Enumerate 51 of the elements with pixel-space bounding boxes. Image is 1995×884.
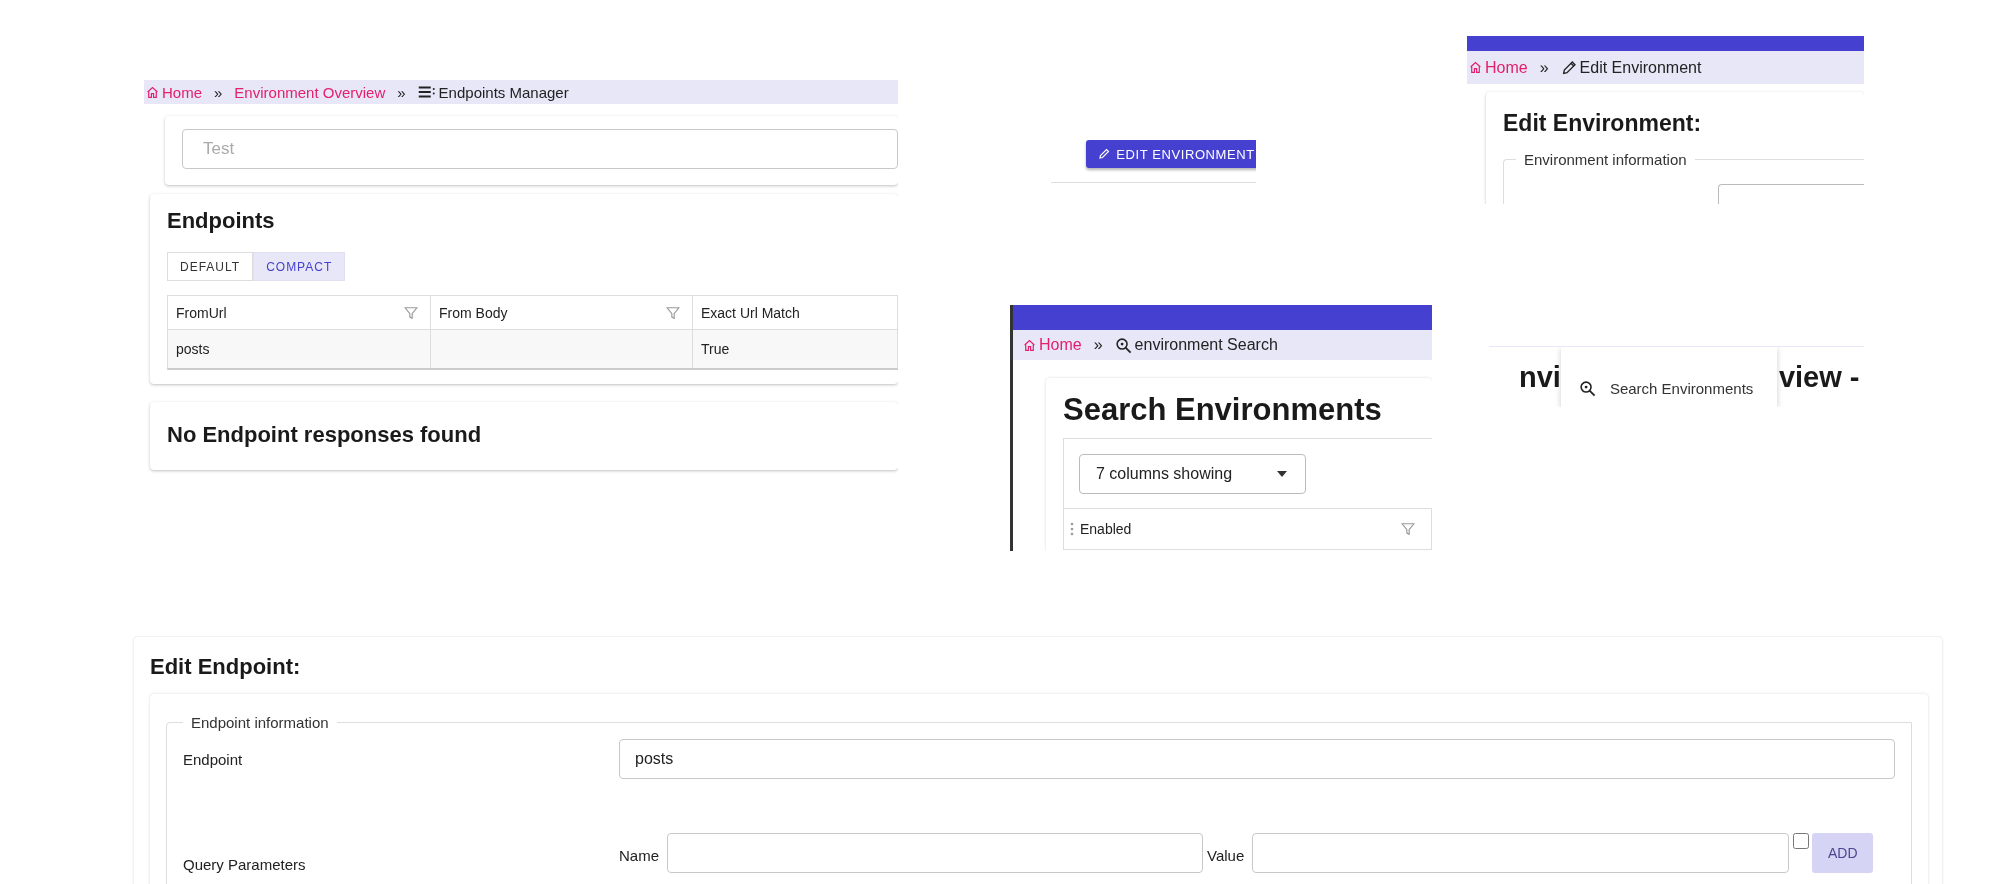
page-title: Search Environments [1063,392,1383,428]
menu-item[interactable]: Search Environments [1560,376,1772,401]
home-icon [1469,61,1482,74]
field-label: Name [619,846,659,864]
form-title: Edit Environment: [1503,110,1703,137]
section-title: No Endpoint responses found [167,422,483,448]
name-field[interactable] [667,833,1203,873]
caret-icon [1277,471,1287,477]
section-title: Endpoints [167,208,276,234]
breadcrumb-link[interactable]: Home [162,83,202,101]
pencil-icon [1098,148,1111,160]
filter-field[interactable]: Test [182,129,898,169]
breadcrumb-separator: » [214,83,223,101]
group-legend: Endpoint information [183,714,337,731]
search-icon [1114,336,1132,354]
field-label: Endpoint [183,750,244,768]
value-field[interactable] [1252,833,1790,873]
page-heading-fragment: view - [1778,360,1860,394]
breadcrumb-link[interactable]: Environment Overview [234,83,386,101]
search-icon [1578,380,1596,397]
column-title: Exact Url Match [701,304,800,321]
breadcrumb-current: environment Search [1134,336,1278,354]
form-title: Edit Endpoint: [150,654,302,680]
table-cell: True [701,341,730,357]
column-title: Enabled [1080,521,1133,537]
page-heading-fragment: nvi [1519,360,1561,394]
breadcrumb-link[interactable]: Home [1485,58,1528,77]
breadcrumb-separator: » [1539,58,1549,77]
drag-handle-icon [1070,522,1074,536]
column-header[interactable]: Enabled [1064,509,1432,549]
column-title: From Body [439,304,508,321]
breadcrumb-current: Endpoints Manager [438,83,569,101]
density-toggle-button[interactable]: DEFAULT [167,252,254,281]
group-legend: Environment information [1516,151,1695,168]
home-icon [1023,338,1036,352]
field-label: Query Parameters [183,856,307,873]
field-label: Value [1207,846,1245,864]
column-title: FromUrl [176,304,227,321]
list-icon [417,85,436,99]
density-toggle-button[interactable]: COMPACT [253,252,346,281]
home-icon [146,85,159,99]
edit-environment-button[interactable]: EDIT ENVIRONMENT [1086,140,1256,168]
breadcrumb-separator: » [397,83,406,101]
breadcrumb-link[interactable]: Home [1039,336,1082,354]
breadcrumb-current: Edit Environment [1579,58,1702,77]
endpoint-field[interactable]: posts [619,739,1895,779]
columns-select[interactable]: 7 columns showing [1079,454,1306,494]
checkbox[interactable] [1793,833,1810,849]
table-cell: posts [176,341,210,357]
breadcrumb-separator: » [1093,336,1103,354]
pencil-icon [1560,59,1577,76]
